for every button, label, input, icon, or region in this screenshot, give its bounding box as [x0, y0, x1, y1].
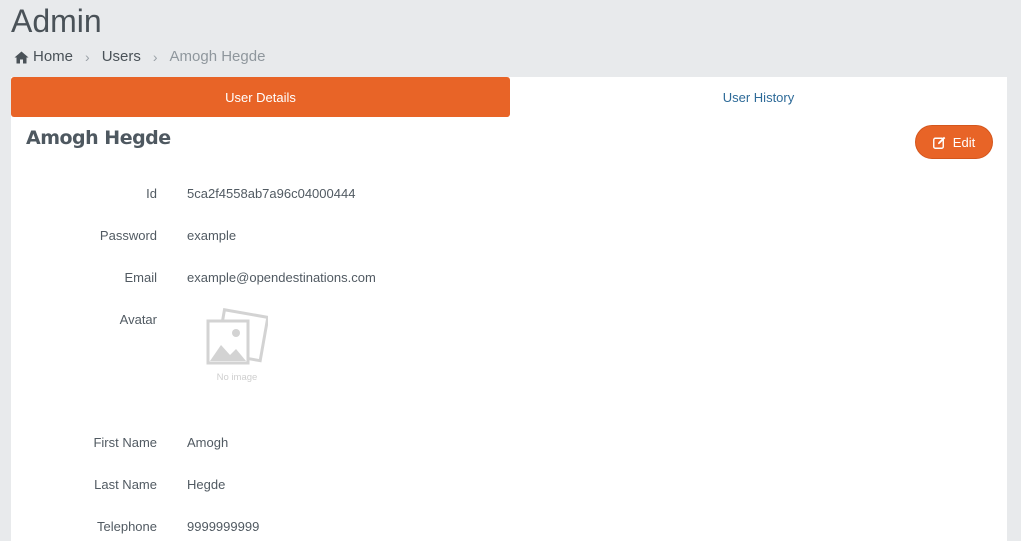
first-name-value: Amogh	[187, 435, 229, 450]
id-value: 5ca2f4558ab7a96c04000444	[187, 186, 356, 201]
avatar-label: Avatar	[119, 312, 157, 327]
password-label: Password	[99, 228, 157, 243]
id-label: Id	[146, 186, 157, 201]
last-name-value: Hegde	[187, 477, 226, 492]
home-icon	[14, 51, 29, 63]
edit-icon	[932, 136, 946, 149]
telephone-value: 9999999999	[187, 519, 260, 534]
chevron-right-icon: ›	[85, 49, 90, 65]
image-placeholder-icon: No image	[206, 307, 268, 383]
chevron-right-icon: ›	[152, 49, 158, 65]
last-name-label: Last Name	[94, 477, 157, 492]
telephone-label: Telephone	[97, 519, 157, 534]
edit-button-label: Edit	[952, 134, 976, 150]
edit-button[interactable]: Edit	[915, 125, 993, 159]
breadcrumb-current: Amogh Hegde	[169, 48, 266, 65]
first-name-label: First Name	[93, 435, 157, 450]
user-name-heading: Amogh Hegde	[26, 127, 171, 149]
tab-user-details[interactable]: User Details	[11, 77, 510, 117]
tab-user-history[interactable]: User History	[510, 77, 1007, 117]
breadcrumb-home[interactable]: Home	[33, 47, 73, 67]
user-details-panel: Amogh Hegde Edit Id 5ca2f4558ab7a96c0400…	[11, 117, 1007, 541]
avatar-placeholder-text: No image	[217, 372, 258, 383]
page-title: Admin	[11, 3, 102, 39]
breadcrumb: Home › Users › Amogh Hegde	[14, 47, 265, 67]
breadcrumb-users[interactable]: Users	[102, 47, 141, 67]
email-label: Email	[124, 270, 157, 285]
email-value: example@opendestinations.com	[187, 270, 376, 285]
tab-bar: User Details User History	[11, 77, 1007, 117]
password-value: example	[187, 228, 237, 243]
